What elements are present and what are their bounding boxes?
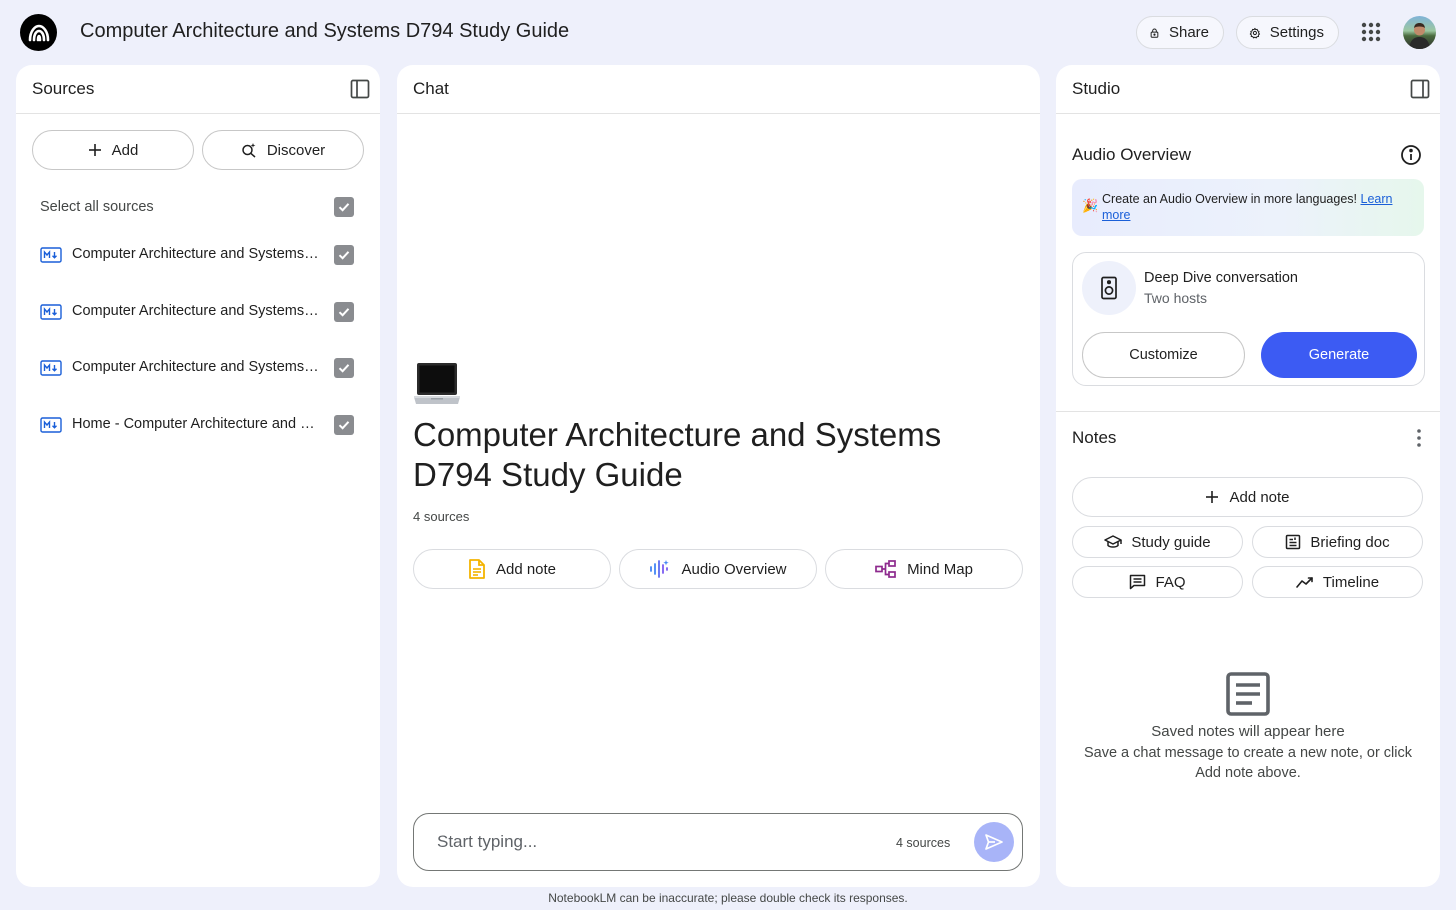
faq-chat-icon	[1130, 574, 1146, 590]
add-note-chip-label: Add note	[495, 560, 557, 578]
top-bar: Computer Architecture and Systems D794 S…	[0, 0, 1456, 64]
apps-grid-icon[interactable]	[1360, 21, 1382, 43]
audio-overview-chip-label: Audio Overview	[681, 560, 787, 578]
generate-button[interactable]: Generate	[1261, 332, 1417, 378]
source-checkbox[interactable]	[334, 302, 354, 322]
mind-map-chip-label: Mind Map	[907, 560, 973, 578]
notebook-heading: Computer Architecture and Systems D794 S…	[413, 416, 942, 493]
source-item[interactable]: Computer Architecture and Systems D794 S…	[32, 348, 364, 388]
laptop-icon	[413, 361, 461, 409]
note-doc-icon	[469, 559, 485, 579]
study-guide-label: Study guide	[1131, 533, 1211, 551]
speaker-icon	[1082, 261, 1136, 315]
select-all-label: Select all sources	[40, 199, 154, 215]
collapse-panel-icon[interactable]	[1410, 79, 1430, 99]
source-label: Computer Architecture and Systems D794 S…	[72, 246, 322, 262]
studio-title: Studio	[1072, 79, 1121, 98]
banner-text-container: Create an Audio Overview in more languag…	[1102, 191, 1412, 223]
share-label: Share	[1168, 24, 1209, 41]
chat-header: Chat	[397, 65, 1040, 114]
sources-panel: Sources Add Discover Select all sources …	[16, 65, 380, 887]
user-avatar[interactable]	[1403, 16, 1436, 49]
add-note-chip[interactable]: Add note	[413, 549, 611, 589]
study-guide-button[interactable]: Study guide	[1072, 526, 1243, 558]
notes-empty-icon	[1225, 671, 1271, 717]
settings-label: Settings	[1269, 24, 1324, 41]
briefing-doc-icon	[1286, 534, 1301, 550]
faq-label: FAQ	[1155, 573, 1186, 591]
info-icon[interactable]	[1400, 144, 1422, 166]
deep-dive-subtitle: Two hosts	[1144, 290, 1208, 306]
markdown-doc-icon	[40, 304, 62, 320]
source-checkbox[interactable]	[334, 358, 354, 378]
lock-icon	[1150, 28, 1159, 38]
source-label: Computer Architecture and Systems D794 S…	[72, 359, 322, 375]
markdown-doc-icon	[40, 247, 62, 263]
more-vert-icon[interactable]	[1411, 427, 1427, 449]
notes-empty-description: Save a chat message to create a new note…	[1083, 745, 1413, 781]
sources-header: Sources	[16, 65, 380, 114]
source-item[interactable]: Computer Architecture and Systems D794 S…	[32, 292, 364, 332]
chat-input[interactable]: Start typing... 4 sources	[413, 813, 1023, 871]
languages-banner: 🎉 Create an Audio Overview in more langu…	[1072, 179, 1424, 236]
select-all-checkbox[interactable]	[334, 197, 354, 217]
sources-title: Sources	[32, 79, 95, 98]
notes-title: Notes	[1072, 428, 1117, 447]
add-note-button[interactable]: Add note	[1072, 477, 1423, 517]
send-icon	[985, 834, 1003, 850]
deep-dive-card: Deep Dive conversation Two hosts Customi…	[1072, 252, 1425, 386]
add-note-label: Add note	[1229, 488, 1290, 506]
deep-dive-title: Deep Dive conversation	[1144, 270, 1298, 286]
audio-wave-icon	[650, 560, 670, 578]
source-label: Computer Architecture and Systems D794 S…	[72, 303, 322, 319]
faq-button[interactable]: FAQ	[1072, 566, 1243, 598]
disclaimer: NotebookLM can be inaccurate; please dou…	[548, 891, 908, 905]
notebooklm-logo-icon[interactable]	[20, 14, 57, 51]
source-checkbox[interactable]	[334, 245, 354, 265]
discover-button[interactable]: Discover	[202, 130, 364, 170]
collapse-panel-icon[interactable]	[350, 79, 370, 99]
notebook-title[interactable]: Computer Architecture and Systems D794 S…	[80, 20, 569, 43]
briefing-doc-button[interactable]: Briefing doc	[1252, 526, 1423, 558]
divider	[1056, 411, 1440, 412]
add-source-label: Add	[111, 141, 139, 159]
mind-map-icon	[875, 560, 896, 578]
chat-source-count: 4 sources	[896, 836, 951, 850]
source-checkbox[interactable]	[334, 415, 354, 435]
discover-label: Discover	[266, 141, 326, 159]
banner-text: Create an Audio Overview in more languag…	[1102, 192, 1358, 206]
share-button[interactable]: Share	[1136, 16, 1224, 49]
customize-button[interactable]: Customize	[1082, 332, 1245, 378]
plus-icon	[1206, 491, 1219, 503]
send-button[interactable]	[974, 822, 1014, 862]
markdown-doc-icon	[40, 417, 62, 433]
timeline-trend-icon	[1296, 577, 1313, 588]
mind-map-chip[interactable]: Mind Map	[825, 549, 1023, 589]
graduation-cap-icon	[1104, 535, 1123, 548]
add-source-button[interactable]: Add	[32, 130, 194, 170]
chat-title: Chat	[413, 79, 449, 98]
source-label: Home - Computer Architecture and Systems…	[72, 416, 322, 432]
studio-panel: Studio Audio Overview 🎉 Create an Audio …	[1056, 65, 1440, 887]
source-item[interactable]: Computer Architecture and Systems D794 S…	[32, 235, 364, 275]
plus-icon	[88, 144, 101, 156]
party-icon: 🎉	[1082, 198, 1099, 213]
chat-panel: Chat Computer Architecture and Systems D…	[397, 65, 1040, 887]
source-count: 4 sources	[413, 509, 470, 524]
timeline-button[interactable]: Timeline	[1252, 566, 1423, 598]
settings-button[interactable]: Settings	[1236, 16, 1339, 49]
timeline-label: Timeline	[1322, 573, 1380, 591]
audio-overview-chip[interactable]: Audio Overview	[619, 549, 817, 589]
notes-empty-title: Saved notes will appear here	[1151, 723, 1345, 740]
chat-input-placeholder[interactable]: Start typing...	[437, 832, 537, 852]
discover-search-icon	[242, 143, 256, 158]
markdown-doc-icon	[40, 360, 62, 376]
audio-overview-title: Audio Overview	[1072, 145, 1192, 164]
studio-header: Studio	[1056, 65, 1440, 114]
gear-icon	[1249, 27, 1261, 38]
briefing-doc-label: Briefing doc	[1310, 533, 1390, 551]
source-item[interactable]: Home - Computer Architecture and Systems…	[32, 405, 364, 445]
